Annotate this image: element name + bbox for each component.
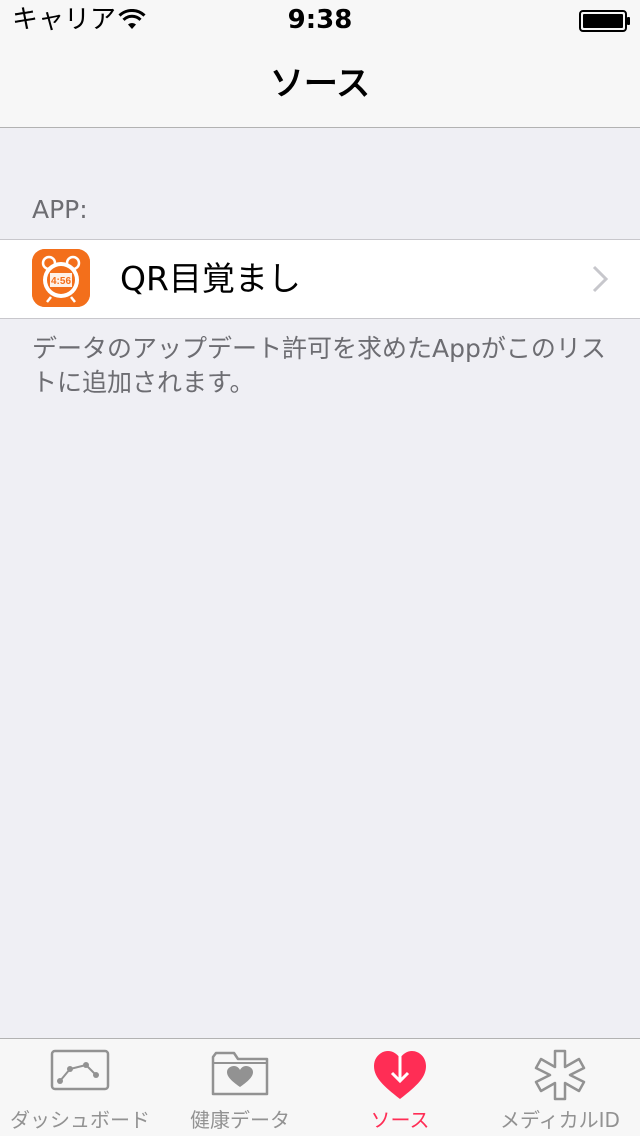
- tab-dashboard[interactable]: ダッシュボード: [0, 1039, 160, 1136]
- tab-label: メディカルID: [500, 1108, 620, 1132]
- navigation-bar: ソース: [0, 40, 640, 128]
- tab-medical-id[interactable]: メディカルID: [480, 1039, 640, 1136]
- tab-label: ソース: [370, 1108, 430, 1132]
- app-row-qr-alarm[interactable]: 4:56 QR目覚まし: [0, 239, 640, 319]
- tab-bar: ダッシュボード 健康データ ソース メディカルID: [0, 1038, 640, 1136]
- svg-text:4:56: 4:56: [51, 276, 71, 287]
- page-title: ソース: [269, 64, 371, 104]
- app-name-label: QR目覚まし: [120, 259, 301, 298]
- status-bar: キャリア 9:38: [0, 0, 640, 40]
- tab-health-data[interactable]: 健康データ: [160, 1039, 320, 1136]
- medical-id-icon: [534, 1049, 586, 1101]
- section-header: APP:: [32, 195, 88, 224]
- sources-heart-icon: [374, 1051, 426, 1099]
- battery-icon: [579, 10, 630, 32]
- tab-label: 健康データ: [190, 1108, 290, 1132]
- section-footer: データのアップデート許可を求めたAppがこのリストに追加されます。: [32, 334, 606, 397]
- dashboard-chart-icon: [50, 1049, 110, 1091]
- chevron-right-icon: [592, 265, 609, 293]
- clock: 9:38: [287, 5, 353, 35]
- tab-sources[interactable]: ソース: [320, 1039, 480, 1136]
- alarm-clock-app-icon: 4:56: [32, 249, 90, 307]
- tab-label: ダッシュボード: [10, 1108, 150, 1132]
- health-data-folder-icon: [211, 1051, 269, 1096]
